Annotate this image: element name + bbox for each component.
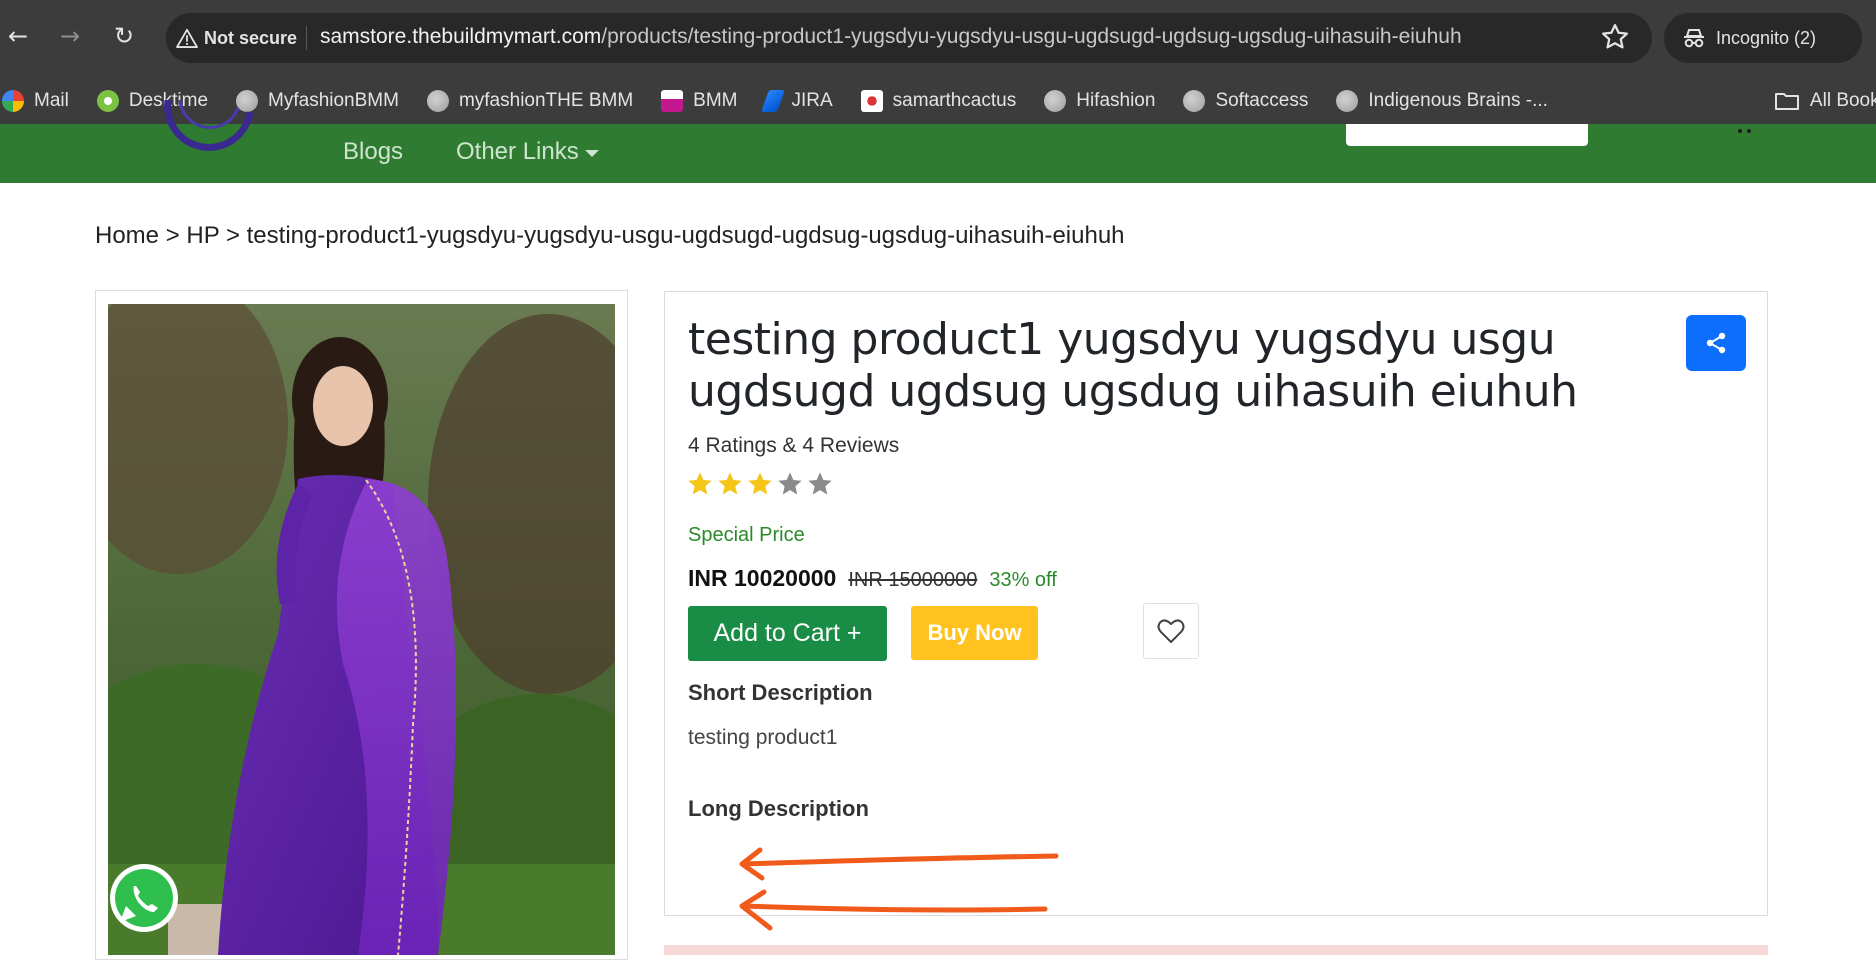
star-filled-icon (748, 472, 772, 495)
bookmark-label: myfashionTHE BMM (458, 90, 634, 111)
url-path: /products/testing-product1-yugsdyu-yugsd… (601, 25, 1462, 48)
bookmark-jira[interactable]: JIRA (761, 90, 833, 112)
caret-down-icon (584, 149, 599, 157)
short-description-heading: Short Description (688, 680, 873, 705)
warning-icon (176, 28, 198, 48)
star-rating (686, 470, 834, 498)
bookmark-myfashionthebmm[interactable]: myfashionTHE BMM (426, 90, 634, 112)
bmm-icon (661, 90, 684, 112)
back-arrow-icon[interactable]: ← (4, 22, 32, 50)
incognito-label: Incognito (2) (1716, 27, 1817, 48)
heart-icon (1157, 619, 1185, 643)
buy-now-button[interactable]: Buy Now (911, 606, 1038, 660)
wishlist-button[interactable] (1143, 603, 1199, 659)
nav-blogs[interactable]: Blogs (343, 138, 403, 166)
forward-arrow-icon[interactable]: → (56, 22, 84, 50)
all-bookmarks[interactable]: All Bookmarks (1774, 90, 1876, 112)
security-chip[interactable]: Not secure (176, 23, 297, 53)
ratings-summary[interactable]: 4 Ratings & 4 Reviews (688, 434, 899, 458)
breadcrumb[interactable]: Home > HP > testing-product1-yugsdyu-yug… (95, 222, 1125, 250)
bookmark-softaccess[interactable]: Softaccess (1183, 90, 1308, 112)
url-divider (306, 26, 307, 50)
bookmarks-bar: Mail Desktime MyfashionBMM myfashionTHE … (0, 78, 1876, 124)
bookmark-hifashion[interactable]: Hifashion (1044, 90, 1155, 112)
globe-icon (1336, 90, 1359, 112)
bookmark-label: Softaccess (1215, 90, 1309, 111)
site-logo[interactable] (160, 100, 260, 156)
globe-icon (1044, 90, 1067, 112)
star-filled-icon (718, 472, 742, 495)
samarth-icon (860, 90, 883, 112)
jira-icon (761, 90, 786, 112)
cart-icon[interactable] (1735, 124, 1755, 136)
globe-icon (426, 90, 449, 112)
price-discount: 33% off (989, 569, 1057, 591)
bookmark-label: samarthcactus (892, 90, 1017, 111)
url-text[interactable]: samstore.thebuildmymart.com/products/tes… (320, 25, 1462, 49)
star-empty-icon (778, 472, 802, 495)
bookmark-star-icon[interactable] (1600, 22, 1630, 52)
bookmark-label: Hifashion (1076, 90, 1156, 111)
price-row: INR 10020000 INR 15000000 33% off (688, 565, 1057, 592)
reload-icon[interactable]: ↻ (110, 22, 138, 50)
search-input[interactable] (1346, 124, 1588, 146)
url-host: samstore.thebuildmymart.com (320, 25, 602, 48)
star-filled-icon (688, 472, 712, 495)
site-header (0, 124, 1876, 183)
nav-other-links-label: Other Links (456, 138, 579, 165)
bookmark-bmm[interactable]: BMM (661, 90, 737, 112)
offers-strip (664, 945, 1768, 955)
bookmark-myfashionbmm[interactable]: MyfashionBMM (236, 90, 399, 112)
bookmark-label: MyfashionBMM (268, 90, 399, 111)
long-description-heading: Long Description (688, 796, 869, 821)
all-bookmarks-label: All Bookmarks (1809, 90, 1876, 111)
folder-icon (1774, 93, 1799, 110)
short-description-text: testing product1 (688, 726, 838, 749)
google-icon (2, 90, 24, 112)
security-label: Not secure (204, 27, 298, 48)
product-title: testing product1 yugsdyu yugsdyu usgu ug… (688, 314, 1578, 417)
product-photo[interactable] (108, 304, 615, 955)
bookmark-label: Indigenous Brains -... (1368, 90, 1548, 111)
desktime-icon (96, 90, 119, 112)
globe-icon (1183, 90, 1206, 112)
nav-other-links[interactable]: Other Links (456, 138, 599, 166)
star-empty-icon (808, 472, 832, 495)
share-icon (1706, 332, 1726, 354)
add-to-cart-button[interactable]: Add to Cart + (688, 606, 887, 661)
whatsapp-icon[interactable] (106, 860, 182, 936)
special-price-label: Special Price (688, 524, 805, 546)
price-current: INR 10020000 (688, 565, 837, 591)
bookmark-label: BMM (693, 90, 738, 111)
price-mrp: INR 15000000 (848, 569, 978, 591)
incognito-icon (1684, 29, 1704, 48)
bookmark-samarthcactus[interactable]: samarthcactus (860, 90, 1017, 112)
bookmark-label: Mail (34, 90, 69, 111)
bookmark-label: JIRA (791, 90, 833, 111)
bookmark-indigenous-brains[interactable]: Indigenous Brains -... (1336, 90, 1548, 112)
share-button[interactable] (1686, 315, 1746, 371)
bookmark-mail[interactable]: Mail (2, 90, 69, 112)
annotation-arrows (739, 847, 1059, 931)
incognito-chip[interactable]: Incognito (2) (1664, 13, 1862, 63)
